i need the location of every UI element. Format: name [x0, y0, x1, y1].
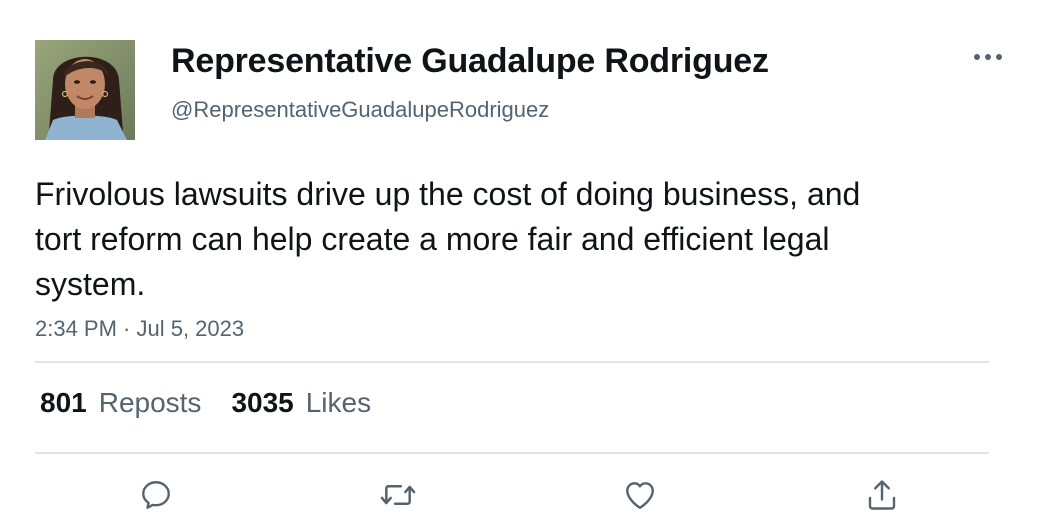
reposts-stat[interactable]: 801 Reposts [40, 387, 201, 419]
timestamp[interactable]: 2:34 PM · Jul 5, 2023 [35, 316, 244, 342]
engagement-stats: 801 Reposts 3035 Likes [40, 387, 371, 419]
like-button[interactable] [620, 475, 660, 515]
divider [35, 361, 989, 363]
share-icon [868, 480, 896, 510]
reposts-count: 801 [40, 387, 87, 418]
repost-button[interactable] [378, 475, 418, 515]
likes-stat[interactable]: 3035 Likes [231, 387, 371, 419]
display-name[interactable]: Representative Guadalupe Rodriguez [171, 42, 769, 81]
likes-count: 3035 [231, 387, 294, 418]
avatar-photo [35, 40, 135, 140]
more-options-button[interactable] [970, 44, 1006, 70]
user-handle[interactable]: @RepresentativeGuadalupeRodriguez [171, 97, 549, 123]
tweet-card: Representative Guadalupe Rodriguez @Repr… [0, 0, 1050, 525]
reply-button[interactable] [136, 475, 176, 515]
likes-label: Likes [305, 387, 372, 418]
repost-icon [380, 484, 416, 506]
reposts-label: Reposts [98, 387, 202, 418]
tweet-text: Frivolous lawsuits drive up the cost of … [35, 176, 861, 302]
more-horizontal-icon [974, 54, 1002, 60]
reply-icon [142, 481, 170, 509]
avatar[interactable] [35, 40, 135, 140]
share-button[interactable] [862, 475, 902, 515]
divider [35, 452, 989, 454]
heart-icon [626, 482, 654, 509]
